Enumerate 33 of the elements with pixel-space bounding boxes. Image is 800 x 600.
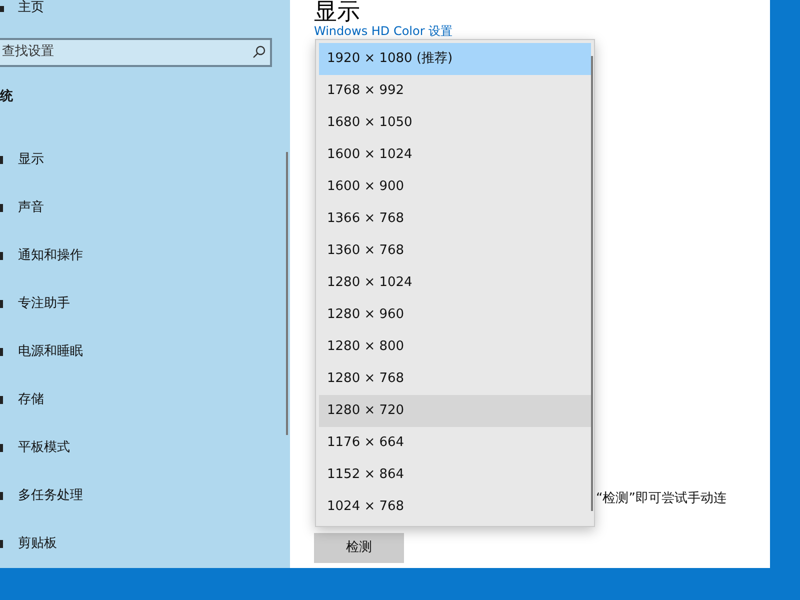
search-icon xyxy=(252,45,266,59)
hd-color-link[interactable]: Windows HD Color 设置 xyxy=(314,25,453,38)
resolution-option[interactable]: 1024 × 768 xyxy=(319,491,591,523)
resolution-option[interactable]: 1768 × 992 xyxy=(319,75,591,107)
resolution-option[interactable]: 1280 × 1024 xyxy=(319,267,591,299)
resolution-option[interactable]: 1366 × 768 xyxy=(319,203,591,235)
home-link[interactable]: 主页 xyxy=(18,0,44,18)
resolution-option[interactable]: 1920 × 1080 (推荐) xyxy=(319,43,591,75)
resolution-option[interactable]: 1152 × 864 xyxy=(319,459,591,491)
page-title: 显示 xyxy=(314,0,360,24)
sidebar-item[interactable]: 通知和操作 xyxy=(18,246,83,266)
sidebar-item[interactable]: 存储 xyxy=(18,390,44,410)
resolution-option[interactable]: 1280 × 720 xyxy=(319,395,591,427)
resolution-option[interactable]: 1280 × 800 xyxy=(319,331,591,363)
resolution-option[interactable]: 1600 × 1024 xyxy=(319,139,591,171)
note-text: “检测”即可尝试手动连 xyxy=(596,490,726,508)
sidebar-item[interactable]: 电源和睡眠 xyxy=(18,342,83,362)
search-field[interactable]: 查找设置 xyxy=(0,38,272,66)
resolution-option[interactable]: 1280 × 768 xyxy=(319,363,591,395)
sidebar-item[interactable]: 显示 xyxy=(18,150,44,170)
search-placeholder: 查找设置 xyxy=(2,43,54,62)
resolution-option[interactable]: 1600 × 900 xyxy=(319,171,591,203)
sidebar-item[interactable]: 剪贴板 xyxy=(18,534,57,554)
sidebar-item[interactable]: 专注助手 xyxy=(18,294,70,314)
resolution-option[interactable]: 1680 × 1050 xyxy=(319,107,591,139)
section-heading: 统 xyxy=(0,88,13,106)
sidebar-item[interactable]: 声音 xyxy=(18,198,44,218)
resolution-option[interactable]: 1280 × 960 xyxy=(319,299,591,331)
resolution-option[interactable]: 1176 × 664 xyxy=(319,427,591,459)
sidebar-item[interactable]: 平板模式 xyxy=(18,438,70,458)
resolution-option[interactable]: 1360 × 768 xyxy=(319,235,591,267)
sidebar-item[interactable]: 多任务处理 xyxy=(18,486,83,506)
detect-button[interactable]: 检测 xyxy=(314,533,404,563)
